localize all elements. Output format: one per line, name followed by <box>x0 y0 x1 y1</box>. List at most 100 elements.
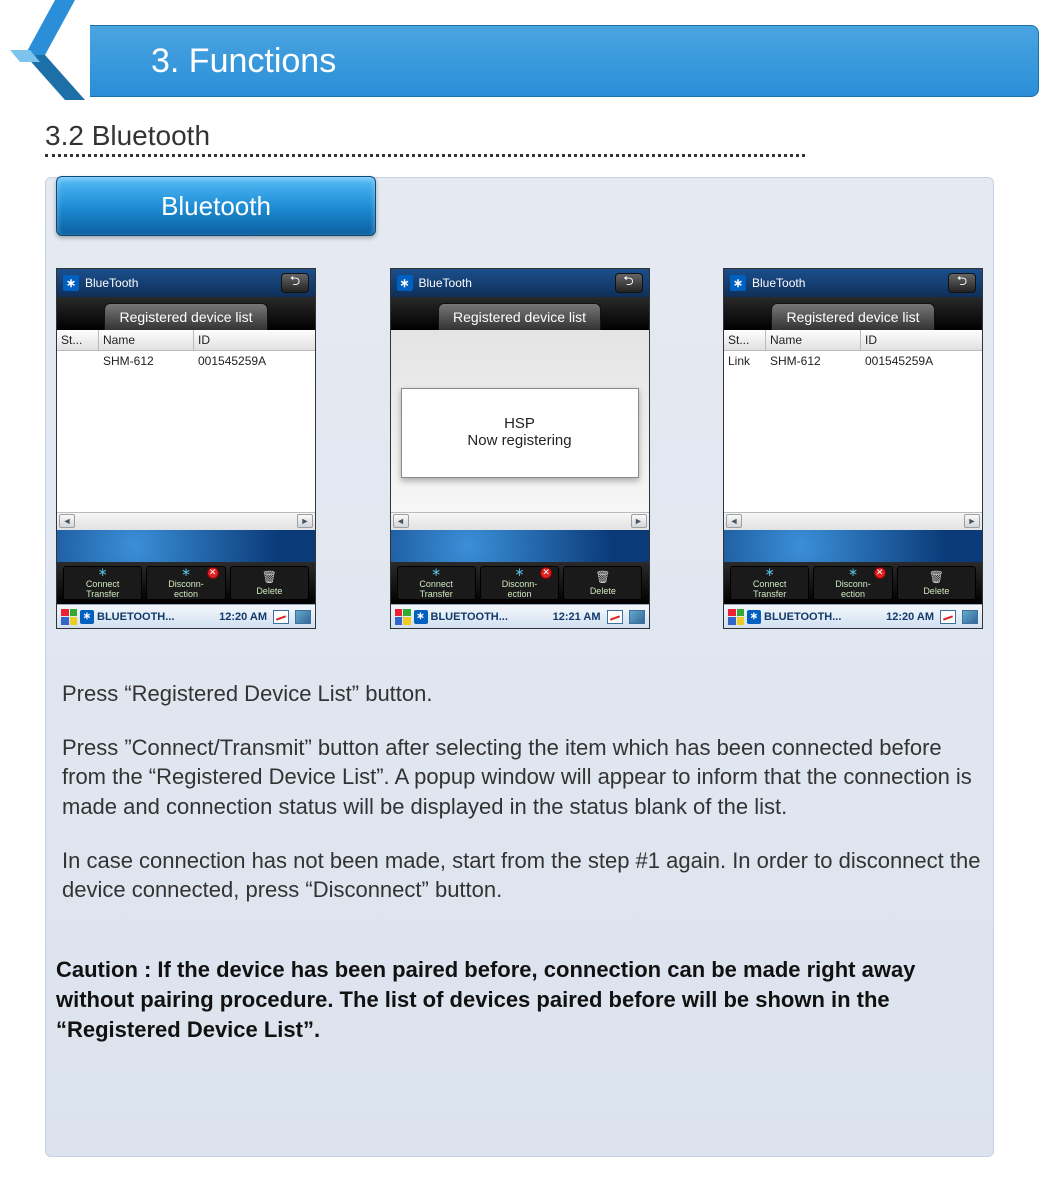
tray-icon-1[interactable] <box>940 610 956 624</box>
instruction-paragraph-2: Press ”Connect/Transmit” button after se… <box>62 733 983 822</box>
taskbar: ∗ BLUETOOTH... 12:21 AM <box>391 604 649 628</box>
close-icon: ✕ <box>540 567 552 579</box>
horizontal-scrollbar[interactable]: ◄ ► <box>724 512 982 530</box>
col-header-id: ID <box>194 330 315 350</box>
bluetooth-icon: ∗ <box>63 275 79 291</box>
start-button-icon[interactable] <box>395 609 411 625</box>
scroll-left-button[interactable]: ◄ <box>726 514 742 528</box>
bluetooth-icon: ∗ <box>762 566 778 579</box>
tray-icon-1[interactable] <box>607 610 623 624</box>
cell-id: 001545259A <box>194 353 315 369</box>
tray-icon-2[interactable] <box>295 610 311 624</box>
col-header-name: Name <box>766 330 861 350</box>
content-panel: Bluetooth ∗ BlueTooth ⮌ Registered devic… <box>45 177 994 1157</box>
window-title: BlueTooth <box>752 276 805 290</box>
window-title: BlueTooth <box>419 276 472 290</box>
start-button-icon[interactable] <box>728 609 744 625</box>
disconnect-button[interactable]: ✕∗Disconn- ection <box>813 566 892 600</box>
registered-device-list-tab[interactable]: Registered device list <box>771 303 934 330</box>
scroll-right-button[interactable]: ► <box>964 514 980 528</box>
bluetooth-icon: ∗ <box>428 566 444 579</box>
taskbar-app-label[interactable]: BLUETOOTH... <box>431 611 508 623</box>
device-list-area: St... Name ID SHM-612 001545259A ◄ ► <box>57 330 315 530</box>
tab-bar: Registered device list <box>57 297 315 330</box>
page-header: 3. Functions <box>0 0 1039 100</box>
horizontal-scrollbar[interactable]: ◄ ► <box>57 512 315 530</box>
bluetooth-icon: ∗ <box>845 566 861 579</box>
window-titlebar: ∗ BlueTooth ⮌ <box>391 269 649 297</box>
dotted-divider <box>45 154 805 157</box>
window-titlebar: ∗ BlueTooth ⮌ <box>724 269 982 297</box>
window-title: BlueTooth <box>85 276 138 290</box>
bluetooth-icon: ∗ <box>511 566 527 579</box>
registered-device-list-tab[interactable]: Registered device list <box>104 303 267 330</box>
screenshots-row: ∗ BlueTooth ⮌ Registered device list St.… <box>56 268 983 629</box>
trash-icon: 🗑 <box>261 570 277 586</box>
wallpaper-strip <box>724 530 982 562</box>
list-header: St... Name ID <box>57 330 315 351</box>
popup-line-2: Now registering <box>406 432 634 449</box>
scroll-right-button[interactable]: ► <box>297 514 313 528</box>
horizontal-scrollbar[interactable]: ◄ ► <box>391 512 649 530</box>
table-row[interactable]: Link SHM-612 001545259A <box>724 351 982 371</box>
delete-button[interactable]: 🗑Delete <box>230 566 309 600</box>
device-list-area: St... Name ID Link SHM-612 001545259A ◄ … <box>724 330 982 530</box>
col-header-status: St... <box>724 330 766 350</box>
trash-icon: 🗑 <box>928 570 944 586</box>
col-header-id: ID <box>861 330 982 350</box>
disconnect-button[interactable]: ✕∗Disconn- ection <box>480 566 559 600</box>
taskbar-app-label[interactable]: BLUETOOTH... <box>764 611 841 623</box>
device-screenshot-1: ∗ BlueTooth ⮌ Registered device list St.… <box>56 268 316 629</box>
table-row[interactable]: SHM-612 001545259A <box>57 351 315 371</box>
taskbar-clock: 12:21 AM <box>553 611 601 623</box>
delete-button[interactable]: 🗑Delete <box>897 566 976 600</box>
close-icon: ✕ <box>207 567 219 579</box>
scroll-left-button[interactable]: ◄ <box>393 514 409 528</box>
instruction-paragraph-3: In case connection has not been made, st… <box>62 846 983 905</box>
cell-status: Link <box>724 353 766 369</box>
col-header-status: St... <box>57 330 99 350</box>
wallpaper-strip <box>391 530 649 562</box>
device-list-area: HSP Now registering ◄ ► <box>391 330 649 530</box>
back-button[interactable]: ⮌ <box>948 273 976 293</box>
bluetooth-tab-button[interactable]: Bluetooth <box>56 176 376 236</box>
delete-button[interactable]: 🗑Delete <box>563 566 642 600</box>
registering-popup: HSP Now registering <box>401 388 639 478</box>
tray-icon-2[interactable] <box>629 610 645 624</box>
caution-paragraph: Caution : If the device has been paired … <box>56 955 983 1044</box>
bluetooth-icon: ∗ <box>95 566 111 579</box>
section-title: 3.2 Bluetooth <box>45 120 994 152</box>
trash-icon: 🗑 <box>595 570 611 586</box>
scroll-right-button[interactable]: ► <box>631 514 647 528</box>
device-screenshot-3: ∗ BlueTooth ⮌ Registered device list St.… <box>723 268 983 629</box>
scroll-left-button[interactable]: ◄ <box>59 514 75 528</box>
back-button[interactable]: ⮌ <box>281 273 309 293</box>
header-title-bar: 3. Functions <box>0 25 1039 97</box>
close-icon: ✕ <box>874 567 886 579</box>
bluetooth-icon: ∗ <box>80 610 94 624</box>
header-title: 3. Functions <box>151 42 336 81</box>
bluetooth-icon: ∗ <box>747 610 761 624</box>
bluetooth-icon: ∗ <box>414 610 428 624</box>
taskbar-app-label[interactable]: BLUETOOTH... <box>97 611 174 623</box>
bottom-toolbar: ∗Connect Transfer ✕∗Disconn- ection 🗑Del… <box>57 562 315 604</box>
registered-device-list-tab[interactable]: Registered device list <box>438 303 601 330</box>
tab-bar: Registered device list <box>724 297 982 330</box>
start-button-icon[interactable] <box>61 609 77 625</box>
bottom-toolbar: ∗Connect Transfer ✕∗Disconn- ection 🗑Del… <box>724 562 982 604</box>
disconnect-button[interactable]: ✕∗Disconn- ection <box>146 566 225 600</box>
cell-status <box>57 353 99 369</box>
tray-icon-2[interactable] <box>962 610 978 624</box>
tab-bar: Registered device list <box>391 297 649 330</box>
popup-line-1: HSP <box>406 415 634 432</box>
instruction-paragraph-1: Press “Registered Device List” button. <box>62 679 983 709</box>
taskbar-clock: 12:20 AM <box>886 611 934 623</box>
bottom-toolbar: ∗Connect Transfer ✕∗Disconn- ection 🗑Del… <box>391 562 649 604</box>
connect-transfer-button[interactable]: ∗Connect Transfer <box>63 566 142 600</box>
tray-icon-1[interactable] <box>273 610 289 624</box>
connect-transfer-button[interactable]: ∗Connect Transfer <box>397 566 476 600</box>
back-button[interactable]: ⮌ <box>615 273 643 293</box>
window-titlebar: ∗ BlueTooth ⮌ <box>57 269 315 297</box>
bluetooth-icon: ∗ <box>730 275 746 291</box>
connect-transfer-button[interactable]: ∗Connect Transfer <box>730 566 809 600</box>
